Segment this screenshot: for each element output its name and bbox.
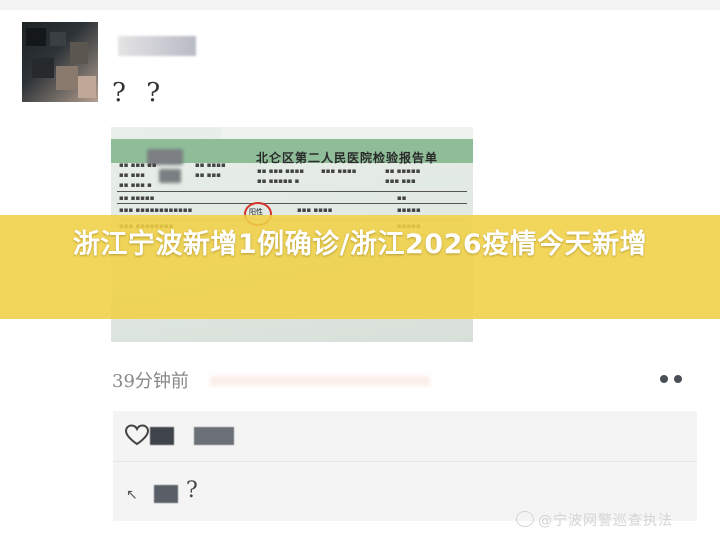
weibo-icon [516, 511, 534, 527]
report-field: ▪▪ ▪▪▪ [119, 171, 145, 179]
report-field: ▪▪ ▪▪▪ ▪▪▪▪ [257, 167, 305, 175]
report-rule [117, 191, 467, 192]
obscured-patient-info [159, 169, 181, 183]
obscured-text [210, 376, 430, 386]
report-field: ▪▪ ▪▪▪ ▪▪ [119, 161, 157, 169]
more-options-icon[interactable] [656, 368, 688, 390]
username-obscured[interactable] [118, 36, 196, 56]
report-field: ▪▪ ▪▪▪▪ [195, 161, 226, 169]
banner-title: 浙江宁波新增1例确诊/浙江2026疫情今天新增 [72, 229, 648, 260]
report-field: ▪▪ ▪▪▪▪▪ ▪ [257, 177, 300, 185]
watermark: @宁波网警巡查执法 [516, 510, 673, 530]
obscured-liker-name[interactable] [194, 427, 234, 445]
report-row: ▪▪▪ ▪▪▪▪ [297, 206, 333, 214]
post-text: ? ? [112, 78, 167, 108]
heart-icon[interactable] [124, 423, 150, 447]
obscured-commenter-name[interactable] [154, 485, 178, 503]
reply-icon: ↖ [126, 487, 138, 503]
comment-text: ? [186, 478, 198, 503]
report-field: ▪▪ ▪▪▪ ▪ [119, 181, 152, 189]
report-field: ▪▪▪ ▪▪▪▪ [321, 167, 357, 175]
comments-divider [113, 461, 697, 462]
watermark-text: @宁波网警巡查执法 [538, 513, 673, 529]
top-divider [0, 0, 720, 10]
avatar[interactable] [22, 22, 98, 102]
report-field: ▪▪ ▪▪▪ [195, 171, 221, 179]
report-rule [117, 203, 467, 204]
more-dot [674, 375, 682, 383]
report-column: ▪▪ [397, 194, 407, 202]
post-time: 39分钟前 [112, 371, 189, 392]
more-dot [660, 375, 668, 383]
report-row: ▪▪▪ ▪▪▪▪▪▪▪▪▪▪▪▪ [119, 206, 193, 214]
obscured-liker-name[interactable] [150, 427, 174, 445]
report-row: ▪▪▪▪▪ [397, 206, 421, 214]
report-field: ▪▪ ▪▪▪▪▪ [385, 167, 421, 175]
report-field: ▪▪▪ ▪▪▪ [385, 177, 416, 185]
report-column: ▪▪ ▪▪▪▪▪ [119, 194, 155, 202]
report-title: 北仑区第二人民医院检验报告单 [256, 151, 439, 165]
